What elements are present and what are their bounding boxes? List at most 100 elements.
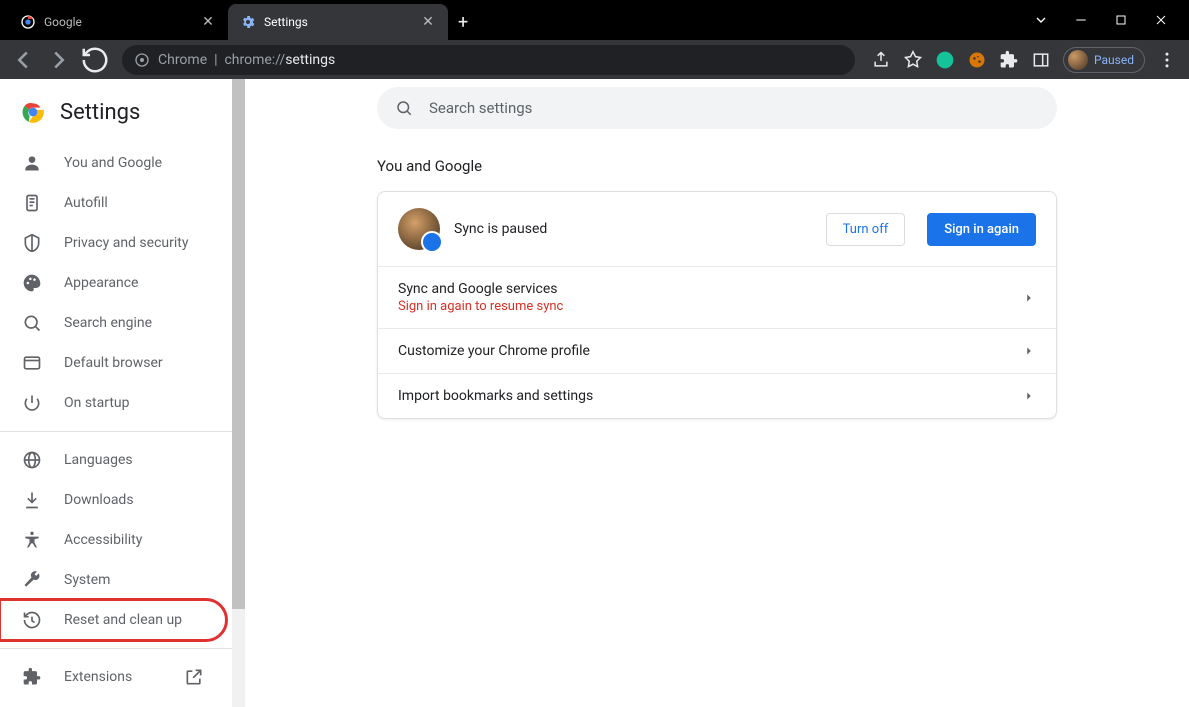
- sidebar-item-label: Appearance: [64, 275, 138, 291]
- sidebar-header: Settings: [0, 85, 232, 143]
- close-icon[interactable]: ✕: [420, 14, 436, 30]
- search-settings[interactable]: Search settings: [377, 87, 1057, 129]
- new-tab-button[interactable]: +: [448, 4, 478, 40]
- download-icon: [22, 490, 42, 510]
- share-icon[interactable]: [871, 50, 891, 70]
- sidebar-item-label: On startup: [64, 395, 130, 411]
- sync-status-row: Sync is paused Turn off Sign in again: [378, 192, 1056, 266]
- sidebar-divider: [0, 431, 232, 432]
- tab-title: Settings: [264, 15, 412, 29]
- shield-icon: [22, 233, 42, 253]
- browser-toolbar: Chrome | chrome://settings Paused: [0, 40, 1189, 79]
- minimize-icon[interactable]: [1073, 12, 1089, 28]
- sidebar-item-autofill[interactable]: Autofill: [0, 183, 226, 223]
- tab-settings[interactable]: Settings ✕: [228, 4, 448, 40]
- menu-icon[interactable]: [1157, 50, 1177, 70]
- person-icon: [22, 153, 42, 173]
- sign-in-again-button[interactable]: Sign in again: [927, 213, 1036, 246]
- bookmark-icon[interactable]: [903, 50, 923, 70]
- browser-icon: [22, 353, 42, 373]
- globe-icon: [22, 450, 42, 470]
- tab-title: Google: [44, 15, 192, 29]
- settings-row[interactable]: Import bookmarks and settings: [378, 373, 1056, 418]
- chevron-right-icon: [1022, 291, 1036, 305]
- toolbar-actions: Paused: [867, 47, 1181, 73]
- sidebar-item-you and google[interactable]: You and Google: [0, 143, 226, 183]
- wrench-icon: [22, 570, 42, 590]
- sidebar-item-label: Languages: [64, 452, 133, 468]
- autofill-icon: [22, 193, 42, 213]
- sidebar-item-privacy and security[interactable]: Privacy and security: [0, 223, 226, 263]
- site-info-icon[interactable]: [134, 52, 150, 68]
- sidebar-item-default browser[interactable]: Default browser: [0, 343, 226, 383]
- maximize-icon[interactable]: [1113, 12, 1129, 28]
- sidebar-item-label: Reset and clean up: [64, 612, 182, 628]
- profile-button[interactable]: Paused: [1063, 47, 1145, 73]
- reload-button[interactable]: [80, 45, 110, 75]
- settings-sidebar: Settings You and Google Autofill Privacy…: [0, 79, 232, 707]
- search-placeholder: Search settings: [429, 99, 532, 117]
- page-title: Settings: [60, 100, 140, 125]
- settings-row[interactable]: Customize your Chrome profile: [378, 328, 1056, 373]
- sidebar-item-label: Autofill: [64, 195, 108, 211]
- chevron-down-icon[interactable]: [1033, 12, 1049, 28]
- sidebar-item-label: Accessibility: [64, 532, 142, 548]
- you-and-google-card: Sync is paused Turn off Sign in again Sy…: [377, 191, 1057, 419]
- sync-status-text: Sync is paused: [454, 221, 812, 237]
- sidebar-item-search engine[interactable]: Search engine: [0, 303, 226, 343]
- sidebar-item-reset and clean up[interactable]: Reset and clean up: [0, 600, 226, 640]
- sidebar-item-label: Privacy and security: [64, 235, 188, 251]
- accessibility-icon: [22, 530, 42, 550]
- main-panel: Search settings You and Google Sync is p…: [245, 79, 1189, 707]
- sidebar-item-label: You and Google: [64, 155, 162, 171]
- sidebar-item-label: Default browser: [64, 355, 163, 371]
- restore-icon: [22, 610, 42, 630]
- sidebar-item-languages[interactable]: Languages: [0, 440, 226, 480]
- back-button[interactable]: [8, 45, 38, 75]
- external-link-icon: [184, 667, 204, 687]
- avatar-icon: [1068, 50, 1088, 70]
- chrome-logo-icon: [20, 99, 46, 125]
- settings-row[interactable]: Sync and Google services Sign in again t…: [378, 266, 1056, 328]
- sidebar-item-label: Extensions: [64, 669, 132, 685]
- sidebar-item-label: System: [64, 572, 110, 588]
- extensions-icon[interactable]: [999, 50, 1019, 70]
- sidebar-item-system[interactable]: System: [0, 560, 226, 600]
- chevron-right-icon: [1022, 344, 1036, 358]
- extension-cookie-icon[interactable]: [967, 50, 987, 70]
- close-window-icon[interactable]: [1153, 12, 1169, 28]
- extension-grammarly-icon[interactable]: [935, 50, 955, 70]
- forward-button[interactable]: [44, 45, 74, 75]
- sidebar-item-label: Downloads: [64, 492, 134, 508]
- row-label: Import bookmarks and settings: [398, 388, 593, 404]
- turn-off-button[interactable]: Turn off: [826, 213, 906, 246]
- row-sublabel: Sign in again to resume sync: [398, 299, 563, 314]
- sidebar-divider: [0, 648, 232, 649]
- search-icon: [22, 313, 42, 333]
- address-bar[interactable]: Chrome | chrome://settings: [122, 45, 855, 75]
- row-label: Sync and Google services: [398, 281, 558, 297]
- chevron-right-icon: [1022, 389, 1036, 403]
- sidebar-item-downloads[interactable]: Downloads: [0, 480, 226, 520]
- profile-avatar: [398, 208, 440, 250]
- sidebar-item-label: Search engine: [64, 315, 152, 331]
- section-title: You and Google: [377, 157, 1057, 175]
- gear-icon: [240, 14, 256, 30]
- google-favicon-icon: [20, 14, 36, 30]
- sidebar-item-accessibility[interactable]: Accessibility: [0, 520, 226, 560]
- sidepanel-icon[interactable]: [1031, 50, 1051, 70]
- tab-google[interactable]: Google ✕: [8, 4, 228, 40]
- close-icon[interactable]: ✕: [200, 14, 216, 30]
- power-icon: [22, 393, 42, 413]
- sidebar-item-appearance[interactable]: Appearance: [0, 263, 226, 303]
- row-label: Customize your Chrome profile: [398, 343, 590, 359]
- palette-icon: [22, 273, 42, 293]
- url-text: Chrome | chrome://settings: [158, 52, 335, 68]
- sidebar-scrollbar[interactable]: [232, 79, 245, 707]
- search-icon: [395, 99, 413, 117]
- sidebar-item-on startup[interactable]: On startup: [0, 383, 226, 423]
- profile-status: Paused: [1094, 53, 1134, 67]
- sidebar-item-extensions[interactable]: Extensions: [0, 657, 226, 697]
- extension-icon: [22, 667, 42, 687]
- page-content: Settings You and Google Autofill Privacy…: [0, 79, 1189, 707]
